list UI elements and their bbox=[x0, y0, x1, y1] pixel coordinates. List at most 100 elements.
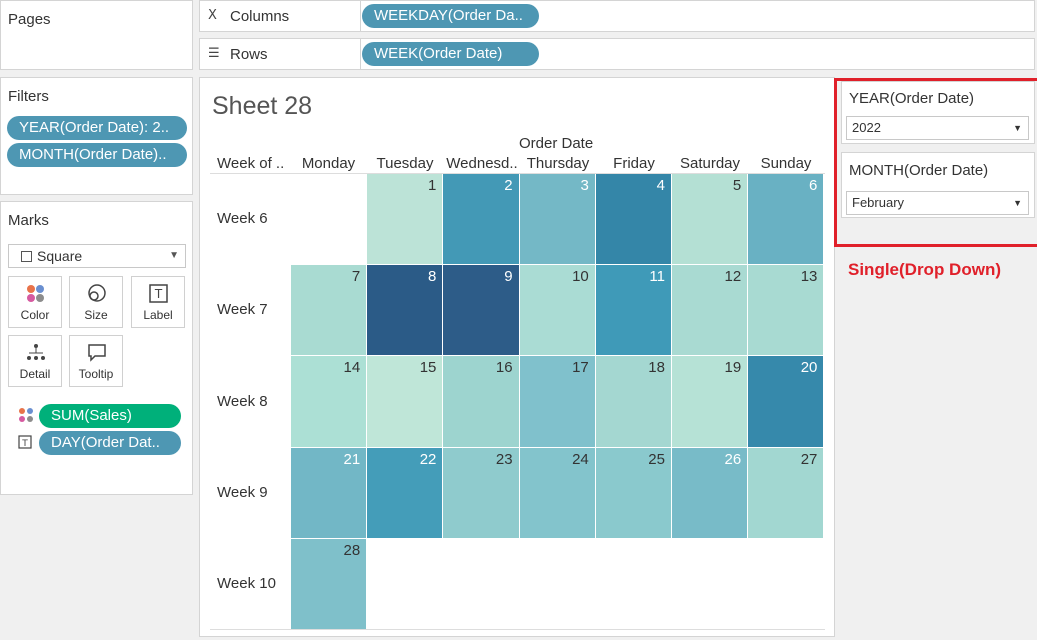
svg-text:T: T bbox=[154, 287, 163, 301]
rows-shelf[interactable]: ☰ Rows WEEK(Order Date) bbox=[199, 38, 1035, 70]
mark-type-label: Square bbox=[37, 248, 83, 264]
calendar-day-cell[interactable]: 3 bbox=[519, 174, 595, 265]
size-button-label: Size bbox=[84, 308, 108, 322]
day-number-label: 14 bbox=[343, 359, 361, 377]
day-number-label: 8 bbox=[428, 268, 437, 286]
calendar-day-cell[interactable]: 2 bbox=[443, 174, 519, 265]
day-number-label: 26 bbox=[724, 450, 742, 468]
calendar-day-cell[interactable]: 20 bbox=[748, 356, 824, 447]
columns-pill[interactable]: WEEKDAY(Order Da.. bbox=[362, 4, 539, 28]
day-number-label: 16 bbox=[495, 359, 513, 377]
day-number-label: 4 bbox=[656, 177, 665, 194]
weekday-header: Thursday bbox=[526, 155, 590, 172]
day-number-label: 18 bbox=[648, 359, 665, 377]
color-dots-icon bbox=[18, 407, 34, 428]
color-button[interactable]: Color bbox=[8, 276, 62, 328]
size-icon bbox=[70, 283, 122, 305]
tooltip-button-label: Tooltip bbox=[78, 367, 114, 381]
calendar-day-cell[interactable]: 4 bbox=[595, 174, 671, 265]
filter-pill-year[interactable]: YEAR(Order Date): 2.. bbox=[7, 116, 187, 140]
mark-type-dropdown[interactable]: Square ▼ bbox=[8, 244, 186, 268]
rows-pill[interactable]: WEEK(Order Date) bbox=[362, 42, 539, 66]
calendar-day-cell[interactable]: 16 bbox=[443, 356, 519, 447]
rows-icon: ☰ bbox=[208, 45, 220, 60]
day-number-label: 19 bbox=[724, 359, 742, 377]
svg-text:T: T bbox=[21, 439, 28, 449]
calendar-day-cell[interactable]: 10 bbox=[519, 265, 595, 356]
calendar-day-cell[interactable]: 26 bbox=[672, 447, 748, 538]
filter-pill-month[interactable]: MONTH(Order Date).. bbox=[7, 143, 187, 167]
day-number-label: 25 bbox=[648, 450, 665, 468]
sum-sales-pill[interactable]: SUM(Sales) bbox=[39, 404, 181, 428]
day-number-label: 2 bbox=[504, 177, 513, 194]
calendar-day-cell[interactable]: 12 bbox=[672, 265, 748, 356]
label-button[interactable]: T Label bbox=[131, 276, 185, 328]
text-label-icon: T bbox=[18, 435, 33, 455]
calendar-day-cell[interactable]: 6 bbox=[748, 174, 824, 265]
calendar-day-cell[interactable]: 11 bbox=[595, 265, 671, 356]
week-label: Week 10 bbox=[217, 575, 276, 592]
day-number-label: 1 bbox=[428, 177, 437, 194]
tooltip-button[interactable]: Tooltip bbox=[69, 335, 123, 387]
chevron-down-icon: ▼ bbox=[169, 250, 179, 261]
highlight-box bbox=[834, 78, 1037, 247]
calendar-day-cell[interactable]: 22 bbox=[367, 447, 443, 538]
week-label: Week 8 bbox=[217, 393, 268, 410]
day-number-label: 10 bbox=[572, 268, 589, 286]
calendar-day-cell[interactable]: 21 bbox=[291, 447, 367, 538]
calendar-day-cell[interactable]: 24 bbox=[519, 447, 595, 538]
calendar-day-cell[interactable]: 14 bbox=[291, 356, 367, 447]
day-number-label: 28 bbox=[343, 541, 361, 559]
calendar-day-cell[interactable]: 17 bbox=[519, 356, 595, 447]
calendar-day-cell[interactable]: 28 bbox=[291, 538, 367, 629]
label-button-label: Label bbox=[143, 308, 173, 322]
size-button[interactable]: Size bbox=[69, 276, 123, 328]
week-of-header: Week of .. bbox=[217, 155, 285, 172]
calendar-day-cell[interactable]: 25 bbox=[595, 447, 671, 538]
day-number-label: 17 bbox=[572, 359, 589, 377]
pages-panel: Pages bbox=[0, 0, 193, 70]
calendar-day-cell[interactable]: 7 bbox=[291, 265, 367, 356]
filters-panel: Filters YEAR(Order Date): 2.. MONTH(Orde… bbox=[0, 77, 193, 195]
rows-label: Rows bbox=[230, 46, 268, 63]
columns-shelf[interactable]: Ⅹ Columns WEEKDAY(Order Da.. bbox=[199, 0, 1035, 32]
color-dots-icon bbox=[9, 283, 61, 305]
weekday-header: Sunday bbox=[760, 155, 812, 172]
day-number-label: 27 bbox=[800, 450, 818, 468]
marks-panel: Marks Square ▼ Color Size T Label Detail… bbox=[0, 201, 193, 495]
calendar-day-cell[interactable]: 8 bbox=[367, 265, 443, 356]
order-date-header: Order Date bbox=[519, 135, 594, 152]
calendar-day-cell[interactable]: 18 bbox=[595, 356, 671, 447]
detail-button[interactable]: Detail bbox=[8, 335, 62, 387]
weekday-header: Tuesday bbox=[376, 155, 434, 172]
columns-icon: Ⅹ bbox=[208, 7, 217, 22]
day-number-label: 9 bbox=[504, 268, 513, 286]
day-number-label: 12 bbox=[724, 268, 742, 286]
day-number-label: 24 bbox=[572, 450, 589, 468]
calendar-day-cell[interactable]: 15 bbox=[367, 356, 443, 447]
day-order-date-pill[interactable]: DAY(Order Dat.. bbox=[39, 431, 181, 455]
pages-title: Pages bbox=[8, 11, 51, 28]
day-number-label: 3 bbox=[580, 177, 589, 194]
day-number-label: 13 bbox=[800, 268, 818, 286]
calendar-day-cell[interactable]: 19 bbox=[672, 356, 748, 447]
day-number-label: 22 bbox=[419, 450, 437, 468]
weekday-header: Monday bbox=[301, 155, 356, 172]
sheet-title: Sheet 28 bbox=[212, 92, 313, 120]
calendar-day-cell[interactable]: 27 bbox=[748, 447, 824, 538]
calendar-day-cell[interactable]: 9 bbox=[443, 265, 519, 356]
columns-label: Columns bbox=[230, 8, 290, 25]
week-label: Week 9 bbox=[217, 484, 268, 501]
tooltip-icon bbox=[70, 342, 122, 364]
calendar-day-cell[interactable]: 1 bbox=[367, 174, 443, 265]
weekday-header: Friday bbox=[613, 155, 655, 172]
day-number-label: 15 bbox=[419, 359, 437, 377]
calendar-day-cell[interactable]: 5 bbox=[672, 174, 748, 265]
day-number-label: 7 bbox=[351, 268, 361, 286]
week-label: Week 6 bbox=[217, 210, 268, 227]
day-number-label: 20 bbox=[800, 359, 818, 377]
week-label: Week 7 bbox=[217, 301, 268, 318]
weekday-header: Wednesd.. bbox=[446, 155, 518, 172]
calendar-day-cell[interactable]: 13 bbox=[748, 265, 824, 356]
calendar-day-cell[interactable]: 23 bbox=[443, 447, 519, 538]
